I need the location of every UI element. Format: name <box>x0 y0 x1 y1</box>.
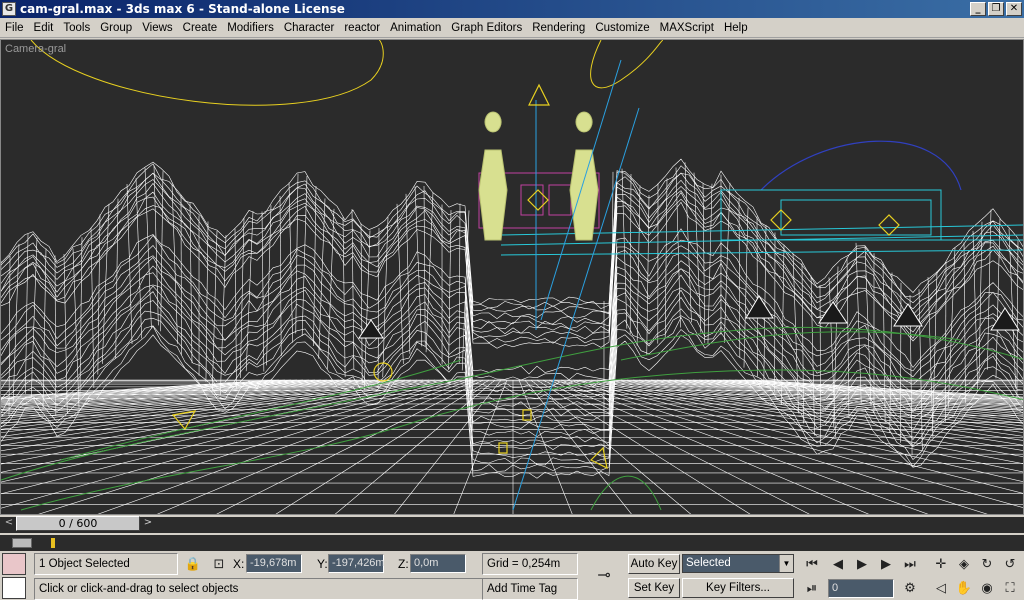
z-label: Z: <box>398 557 409 571</box>
absolute-mode-icon[interactable]: ⊡ <box>208 554 230 574</box>
orbit-icon[interactable]: ↻ <box>976 554 998 574</box>
camera-target-lines <box>512 59 640 511</box>
zoom-icon[interactable]: ✛ <box>930 554 952 574</box>
x-coordinate-field[interactable]: -19,678m <box>246 554 302 573</box>
yellow-paths <box>30 40 664 106</box>
blue-spline-path <box>760 140 962 191</box>
time-slider-bar: < 0 / 600 > <box>0 515 1024 535</box>
auto-key-button[interactable]: Auto Key <box>628 554 680 574</box>
terrain-wireframe <box>1 158 1023 479</box>
grid-size-display: Grid = 0,254m <box>482 553 578 575</box>
menu-rendering[interactable]: Rendering <box>527 22 590 34</box>
color-swatch-white[interactable] <box>2 577 26 599</box>
key-mode-dropdown[interactable]: Selected ▼ <box>682 554 794 573</box>
z-coordinate-field[interactable]: 0,0m <box>410 554 466 573</box>
chevron-down-icon[interactable]: ▼ <box>779 555 793 572</box>
menu-bar: File Edit Tools Group Views Create Modif… <box>0 18 1024 38</box>
menu-views[interactable]: Views <box>137 22 177 34</box>
go-to-end-icon[interactable]: ⏭ <box>899 554 921 574</box>
menu-help[interactable]: Help <box>719 22 753 34</box>
next-frame-icon[interactable]: ▶ <box>875 554 897 574</box>
selection-count: 1 Object Selected <box>34 553 178 575</box>
app-icon[interactable]: G <box>2 2 16 16</box>
time-configuration-icon[interactable]: ⚙ <box>899 578 921 598</box>
y-label: Y: <box>317 557 328 571</box>
window-title: cam-gral.max - 3ds max 6 - Stand-alone L… <box>20 2 345 16</box>
statue-figures <box>478 111 599 241</box>
key-mode-value: Selected <box>686 557 731 569</box>
menu-maxscript[interactable]: MAXScript <box>655 22 719 34</box>
title-bar: G cam-gral.max - 3ds max 6 - Stand-alone… <box>0 0 1024 18</box>
close-button[interactable]: ✕ <box>1006 2 1022 16</box>
time-prev-button[interactable]: < <box>2 517 16 531</box>
minimize-button[interactable]: _ <box>970 2 986 16</box>
set-key-button[interactable]: Set Key <box>628 578 680 598</box>
menu-file[interactable]: File <box>0 22 29 34</box>
truck-icon[interactable]: ◉ <box>976 578 998 598</box>
time-slider-thumb[interactable]: 0 / 600 <box>16 516 140 531</box>
menu-group[interactable]: Group <box>95 22 137 34</box>
add-time-tag-button[interactable]: Add Time Tag <box>482 578 578 600</box>
roll-icon[interactable]: ↺ <box>999 554 1021 574</box>
key-icon[interactable]: ⊸ <box>590 564 618 584</box>
play-icon[interactable]: ▶ <box>851 554 873 574</box>
keyframe-marker[interactable] <box>51 538 55 548</box>
pan-hand-icon[interactable]: ✋ <box>953 578 975 598</box>
menu-modifiers[interactable]: Modifiers <box>222 22 279 34</box>
menu-customize[interactable]: Customize <box>590 22 654 34</box>
status-panel: 1 Object Selected Click or click-and-dra… <box>0 551 1024 600</box>
maximize-viewport-icon[interactable]: ⛶ <box>999 578 1021 598</box>
menu-graph-editors[interactable]: Graph Editors <box>446 22 527 34</box>
app-window: G cam-gral.max - 3ds max 6 - Stand-alone… <box>0 0 1024 600</box>
menu-character[interactable]: Character <box>279 22 340 34</box>
track-bar[interactable] <box>0 535 1024 551</box>
camera-viewport[interactable]: Camera-gral <box>0 39 1024 515</box>
key-filters-button[interactable]: Key Filters... <box>682 578 794 598</box>
previous-frame-icon[interactable]: ◀ <box>827 554 849 574</box>
x-label: X: <box>233 557 245 571</box>
curve-editor-icon[interactable] <box>12 538 32 548</box>
menu-create[interactable]: Create <box>178 22 223 34</box>
menu-edit[interactable]: Edit <box>29 22 59 34</box>
menu-animation[interactable]: Animation <box>385 22 446 34</box>
go-to-start-icon[interactable]: ⏮ <box>801 554 823 574</box>
time-next-button[interactable]: > <box>142 517 154 531</box>
window-controls: _ ❐ ✕ <box>970 2 1022 16</box>
dolly-icon[interactable]: ◁ <box>930 578 952 598</box>
maxscript-listener-swatch[interactable] <box>2 553 26 575</box>
viewport-label[interactable]: Camera-gral <box>5 43 66 55</box>
menu-reactor[interactable]: reactor <box>339 22 385 34</box>
key-mode-toggle-icon[interactable]: ⏯ <box>801 578 823 598</box>
menu-tools[interactable]: Tools <box>58 22 95 34</box>
restore-button[interactable]: ❐ <box>988 2 1004 16</box>
wireframe-scene[interactable] <box>1 40 1024 515</box>
field-of-view-icon[interactable]: ◈ <box>953 554 975 574</box>
y-coordinate-field[interactable]: -197,426m <box>328 554 385 573</box>
lock-icon[interactable]: 🔒 <box>182 554 204 574</box>
current-frame-field[interactable]: 0 <box>828 579 894 598</box>
